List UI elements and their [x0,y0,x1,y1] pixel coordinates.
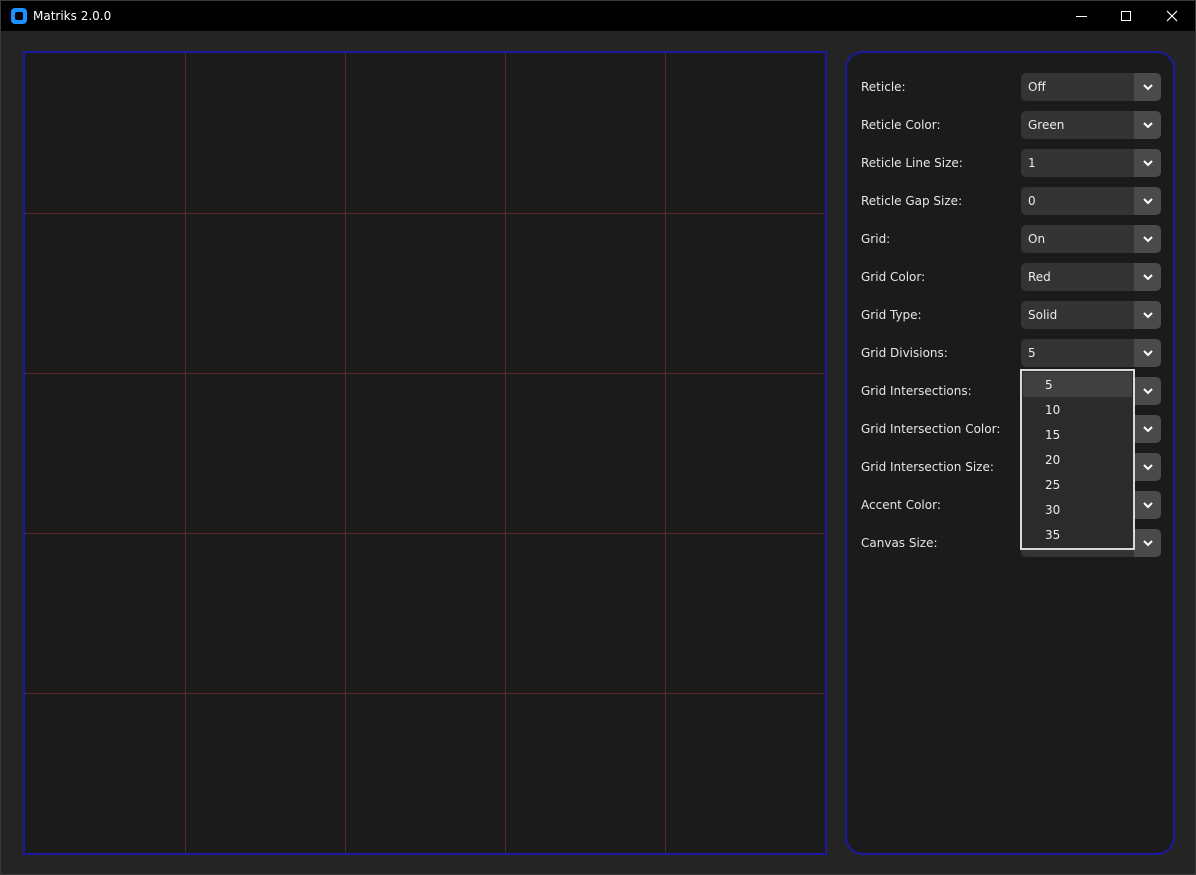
dropdown-arrow-button[interactable] [1134,73,1161,101]
reticle-line-size-dropdown[interactable]: 1 [1021,149,1161,177]
maximize-icon [1121,11,1131,21]
dropdown-arrow-button[interactable] [1134,491,1161,519]
dropdown-arrow-button[interactable] [1134,529,1161,557]
dropdown-arrow-button[interactable] [1134,415,1161,443]
reticle-gap-size-label: Reticle Gap Size: [861,194,963,208]
chevron-down-icon [1143,274,1153,281]
dropdown-option[interactable]: 15 [1023,422,1132,447]
window-title: Matriks 2.0.0 [33,9,112,23]
chevron-down-icon [1143,502,1153,509]
chevron-down-icon [1143,312,1153,319]
chevron-down-icon [1143,198,1153,205]
drawing-canvas[interactable] [23,51,827,855]
dropdown-option[interactable]: 25 [1023,472,1132,497]
dropdown-option[interactable]: 10 [1023,397,1132,422]
reticle-color-value: Green [1028,118,1065,132]
dropdown-option[interactable]: 20 [1023,447,1132,472]
canvas-size-label: Canvas Size: [861,536,938,550]
chevron-down-icon [1143,122,1153,129]
grid-label: Grid: [861,232,891,246]
grid-type-dropdown[interactable]: Solid [1021,301,1161,329]
minimize-icon [1076,16,1087,17]
chevron-down-icon [1143,236,1153,243]
grid-intersection-size-label: Grid Intersection Size: [861,460,994,474]
chevron-down-icon [1143,464,1153,471]
grid-intersections-label: Grid Intersections: [861,384,972,398]
dropdown-arrow-button[interactable] [1134,111,1161,139]
grid-color-value: Red [1028,270,1051,284]
dropdown-arrow-button[interactable] [1134,263,1161,291]
grid-divisions-dropdown[interactable]: 5 [1021,339,1161,367]
dropdown-arrow-button[interactable] [1134,339,1161,367]
reticle-line-size-value: 1 [1028,156,1036,170]
reticle-gap-size-value: 0 [1028,194,1036,208]
accent-color-label: Accent Color: [861,498,941,512]
grid-divisions-dropdown-list[interactable]: 5 10 15 20 25 30 35 [1020,369,1135,550]
reticle-label: Reticle: [861,80,906,94]
chevron-down-icon [1143,426,1153,433]
chevron-down-icon [1143,388,1153,395]
reticle-dropdown[interactable]: Off [1021,73,1161,101]
dropdown-arrow-button[interactable] [1134,149,1161,177]
canvas-grid [25,53,825,853]
grid-dropdown[interactable]: On [1021,225,1161,253]
reticle-line-size-label: Reticle Line Size: [861,156,963,170]
grid-intersection-color-label: Grid Intersection Color: [861,422,1001,436]
chevron-down-icon [1143,350,1153,357]
reticle-value: Off [1028,80,1046,94]
chevron-down-icon [1143,540,1153,547]
title-bar[interactable]: Matriks 2.0.0 [1,1,1195,31]
grid-value: On [1028,232,1046,246]
grid-divisions-label: Grid Divisions: [861,346,948,360]
close-icon [1166,10,1178,22]
reticle-gap-size-dropdown[interactable]: 0 [1021,187,1161,215]
grid-type-label: Grid Type: [861,308,922,322]
close-button[interactable] [1149,1,1195,31]
dropdown-option[interactable]: 30 [1023,497,1132,522]
chevron-down-icon [1143,84,1153,91]
dropdown-arrow-button[interactable] [1134,453,1161,481]
grid-type-value: Solid [1028,308,1058,322]
app-window: Matriks 2.0.0 Reticle: Off Reticle Color: G… [0,0,1196,875]
app-logo-icon [11,8,27,24]
grid-color-dropdown[interactable]: Red [1021,263,1161,291]
dropdown-arrow-button[interactable] [1134,225,1161,253]
dropdown-option[interactable]: 35 [1023,522,1132,547]
maximize-button[interactable] [1103,1,1149,31]
dropdown-arrow-button[interactable] [1134,187,1161,215]
grid-divisions-value: 5 [1028,346,1036,360]
reticle-color-dropdown[interactable]: Green [1021,111,1161,139]
grid-color-label: Grid Color: [861,270,926,284]
chevron-down-icon [1143,160,1153,167]
dropdown-option[interactable]: 5 [1023,372,1132,397]
dropdown-arrow-button[interactable] [1134,301,1161,329]
reticle-color-label: Reticle Color: [861,118,941,132]
dropdown-arrow-button[interactable] [1134,377,1161,405]
minimize-button[interactable] [1059,1,1105,31]
